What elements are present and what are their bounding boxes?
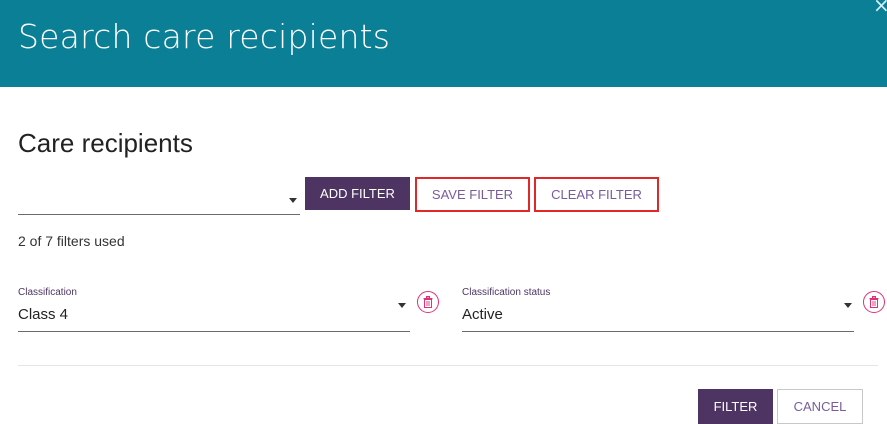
classification-status-select[interactable]: Classification status Active — [462, 287, 854, 332]
cancel-button[interactable]: CANCEL — [777, 389, 863, 424]
delete-classification-status-filter[interactable] — [863, 291, 885, 313]
chevron-down-icon — [398, 303, 406, 308]
filter-button[interactable]: FILTER — [698, 389, 773, 424]
add-filter-button[interactable]: ADD FILTER — [305, 177, 410, 210]
classification-select[interactable]: Classification Class 4 — [18, 287, 410, 332]
save-filter-button[interactable]: SAVE FILTER — [415, 177, 530, 212]
delete-classification-filter[interactable] — [417, 291, 439, 313]
trash-icon — [869, 296, 879, 308]
clear-filter-button[interactable]: CLEAR FILTER — [534, 177, 659, 212]
close-icon[interactable]: × — [873, 0, 887, 16]
dialog-header: Search care recipients × — [0, 0, 887, 87]
filters-used-count: 2 of 7 filters used — [18, 233, 125, 249]
chevron-down-icon — [289, 198, 297, 203]
footer-divider — [18, 365, 878, 366]
classification-label: Classification — [18, 287, 77, 298]
classification-status-label: Classification status — [462, 287, 551, 298]
trash-icon — [423, 296, 433, 308]
classification-value: Class 4 — [18, 306, 69, 323]
chevron-down-icon — [844, 303, 852, 308]
classification-status-value: Active — [462, 306, 503, 323]
section-title: Care recipients — [18, 128, 193, 158]
filter-type-select[interactable] — [18, 177, 300, 215]
dialog-title: Search care recipients — [18, 17, 391, 56]
